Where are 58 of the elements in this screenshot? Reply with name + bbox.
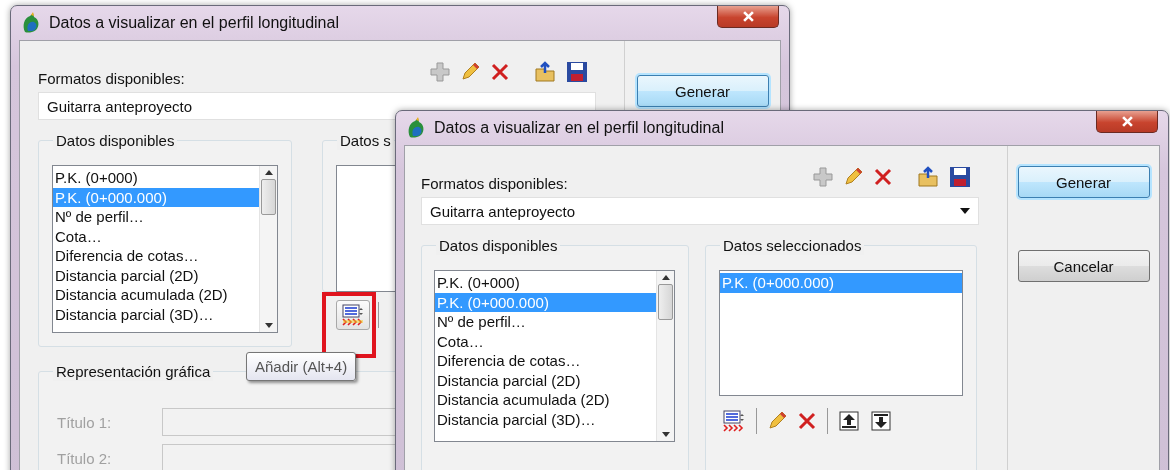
field-label: Título 1:	[57, 413, 113, 431]
scroll-up-icon[interactable]	[264, 170, 273, 175]
formats-label: Formatos disponibles:	[38, 70, 185, 89]
window-title: Datos a visualizar en el perfil longitudinal	[49, 14, 339, 32]
close-icon	[1121, 116, 1133, 127]
close-icon	[742, 11, 754, 22]
scrollbar[interactable]	[656, 271, 674, 441]
list-item[interactable]: Diferencia de cotas…	[435, 351, 656, 371]
save-icon[interactable]	[949, 166, 971, 188]
close-button[interactable]	[717, 6, 779, 28]
app-logo-icon	[21, 12, 41, 34]
list-add-icon[interactable]	[722, 410, 746, 432]
list-item[interactable]: Distancia parcial (2D)	[435, 370, 656, 390]
list-item[interactable]: Cota…	[435, 331, 656, 351]
folder-icon[interactable]	[534, 61, 556, 83]
list-item[interactable]: Distancia acumulada (2D)	[435, 390, 656, 410]
move-down-icon[interactable]	[870, 410, 892, 432]
list-item[interactable]: Distancia parcial (3D)…	[435, 409, 656, 429]
list-add-icon	[341, 304, 365, 326]
dialog-button[interactable]: Generar	[1017, 166, 1150, 198]
close-button[interactable]	[1096, 111, 1158, 133]
dropdown-arrow-icon	[960, 208, 970, 214]
field-label: Título 2:	[57, 449, 113, 467]
formats-dropdown[interactable]: Guitarra anteproyecto	[421, 197, 979, 225]
group-label: Representación gráfica	[53, 363, 214, 381]
scrollbar[interactable]	[259, 166, 277, 332]
group-label: Datos disponibles	[436, 237, 561, 255]
folder-icon[interactable]	[917, 166, 939, 188]
list-item[interactable]: P.K. (0+000)	[53, 168, 259, 188]
pencil-icon[interactable]	[843, 167, 863, 187]
list-item[interactable]: Cota…	[53, 226, 259, 246]
delete-icon[interactable]	[873, 167, 893, 187]
pencil-icon[interactable]	[460, 62, 480, 82]
group-label: Datos disponibles	[53, 132, 178, 150]
dialog-button[interactable]: Cancelar	[1017, 250, 1150, 282]
formats-label: Formatos disponibles:	[421, 175, 568, 194]
scroll-thumb[interactable]	[261, 179, 276, 215]
list-item[interactable]: Nº de perfil…	[435, 312, 656, 332]
list-item[interactable]: Distancia acumulada (2D)	[53, 285, 259, 305]
dialog-button[interactable]: Generar	[636, 75, 769, 107]
scroll-down-icon[interactable]	[661, 432, 670, 437]
delete-icon[interactable]	[490, 62, 510, 82]
list-item[interactable]: Diferencia de cotas…	[53, 246, 259, 266]
delete-icon[interactable]	[797, 411, 817, 431]
move-up-icon[interactable]	[838, 410, 860, 432]
app-logo-icon	[406, 117, 426, 139]
list-item[interactable]: Nº de perfil…	[53, 207, 259, 227]
list-item[interactable]: Distancia parcial (2D)	[53, 265, 259, 285]
pencil-icon[interactable]	[767, 411, 787, 431]
save-icon[interactable]	[566, 61, 588, 83]
scroll-down-icon[interactable]	[264, 323, 273, 328]
tooltip: Añadir (Alt+4)	[246, 352, 357, 381]
add-button[interactable]	[336, 300, 370, 330]
list-item[interactable]: P.K. (0+000)	[435, 273, 656, 293]
scroll-thumb[interactable]	[658, 284, 673, 320]
scroll-up-icon[interactable]	[661, 275, 670, 280]
list-item[interactable]: Distancia parcial (3D)…	[53, 304, 259, 324]
window-title: Datos a visualizar en el perfil longitudinal	[434, 119, 724, 137]
